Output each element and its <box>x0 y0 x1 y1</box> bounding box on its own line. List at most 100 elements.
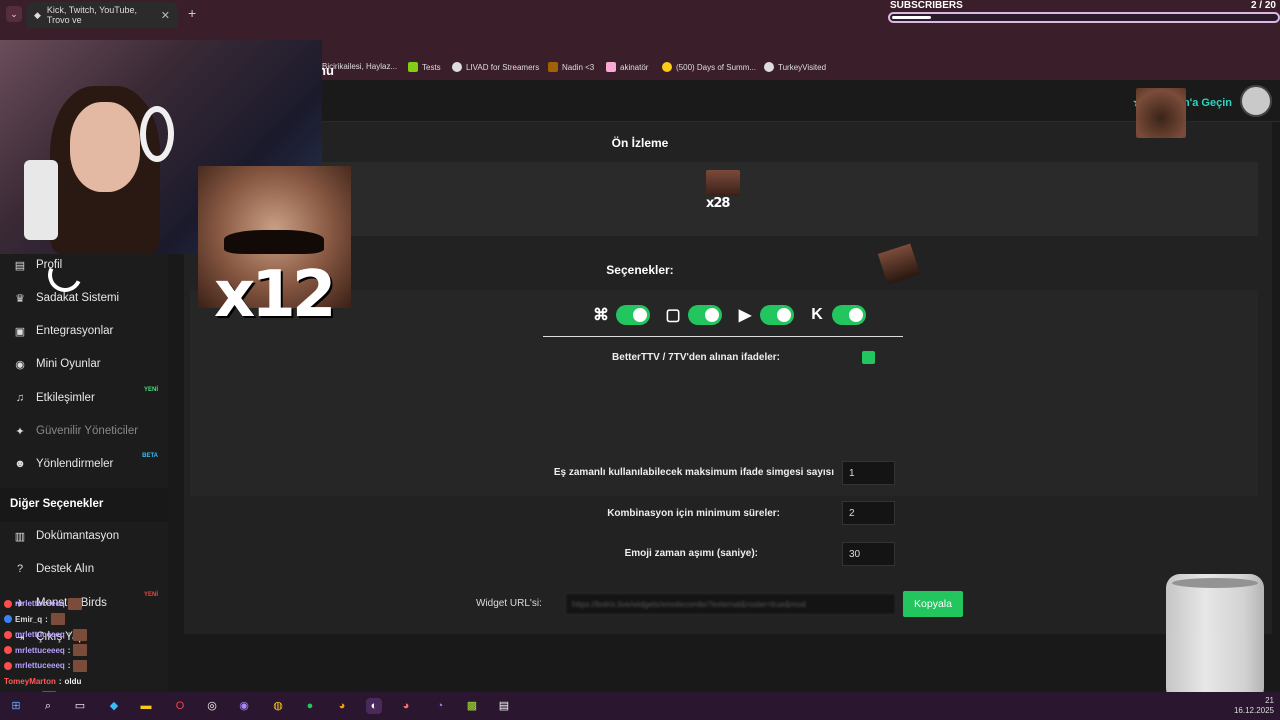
opera-icon[interactable]: O <box>172 698 188 714</box>
search-icon[interactable]: ⌕ <box>40 698 56 714</box>
setting-label: Eş zamanlı kullanılabilecek maksimum ifa… <box>553 467 834 478</box>
taskbar: ⊞ ⌕ ▭ ◆ ▬ O ◎ ◉ ◍ ● ◕ ◐ ◕ ◔ ▩ ▤ 21 16.12.… <box>0 692 1280 720</box>
shield-icon: ✦ <box>15 425 25 438</box>
avatar[interactable] <box>1240 85 1272 117</box>
divider <box>543 336 903 337</box>
bookmark-icon <box>548 62 558 72</box>
bookmark-item[interactable]: LIVAD for Streamers <box>452 62 539 72</box>
bookmark-icon <box>408 62 418 72</box>
book-icon: ▥ <box>14 530 26 543</box>
help-icon: ? <box>16 563 24 575</box>
app-icon[interactable]: ◉ <box>236 698 252 714</box>
chrome-icon[interactable]: ◕ <box>334 698 350 714</box>
copy-button[interactable]: Kopyala <box>903 591 963 617</box>
bookmark-item[interactable]: (500) Days of Summ... <box>662 62 756 72</box>
emote-image <box>1136 88 1186 138</box>
bookmark-icon <box>662 62 672 72</box>
emote-image <box>50 613 65 626</box>
users-icon: ☻ <box>14 458 26 470</box>
twitch-icon: ▢ <box>665 307 681 324</box>
emote-image <box>73 628 88 641</box>
widget-url-label: Widget URL'si: <box>476 598 542 609</box>
setting-label: Emoji zaman aşımı (saniye): <box>624 548 758 559</box>
headphones <box>140 106 174 162</box>
setting-label: BetterTTV / 7TV'den alınan ifadeler: <box>612 352 780 363</box>
chat-message: TomeyMarton: oldu <box>4 676 82 686</box>
music-icon: ♫ <box>15 392 25 404</box>
globe-icon <box>764 62 774 72</box>
sidebar-item-redirects[interactable]: ☻ Yönlendirmeler BETA <box>0 449 168 479</box>
bookmark-icon <box>452 62 462 72</box>
setting-label: Kombinasyon için minimum süreler: <box>607 508 780 519</box>
new-tab-button[interactable]: + <box>188 5 196 21</box>
chat-message: Emir_q: <box>4 612 87 628</box>
browser-tab[interactable]: ◆ Kick, Twitch, YouTube, Trovo ve ✕ <box>26 2 178 28</box>
chat-overlay: mrlettuceeeq Emir_q: mrlettuceeeq: mrlet… <box>4 596 88 705</box>
kick-icon: K <box>811 306 823 323</box>
max-emotes-input[interactable]: 1 <box>842 461 895 485</box>
obs-icon[interactable]: ◐ <box>366 698 382 714</box>
plug-icon: ▣ <box>14 325 26 338</box>
preview-combo-count: x28 <box>706 196 731 211</box>
gamepad-icon: ◉ <box>15 358 25 371</box>
bookmark-item[interactable]: Tests <box>408 62 441 72</box>
sidebar-item-mini-games[interactable]: ◉ Mini Oyunlar <box>0 349 168 379</box>
section-title: Diğer Seçenekler <box>10 498 104 510</box>
widget-url-input[interactable]: https://botrix.live/widgets/emotecombo?e… <box>565 593 896 615</box>
youtube-icon: ▶ <box>738 307 752 324</box>
platform-toggles: ⌘ ▢ ▶ K <box>590 305 866 325</box>
options-title: Seçenekler: <box>606 263 674 277</box>
spotify-icon[interactable]: ● <box>302 698 318 714</box>
toggle-7tv[interactable] <box>616 305 650 325</box>
copilot-icon[interactable]: ◆ <box>106 698 122 714</box>
sidebar-item-interactions[interactable]: ♫ Etkileşimler YENİ <box>0 383 168 413</box>
sidebar-item-integrations[interactable]: ▣ Entegrasyonlar <box>0 316 168 346</box>
chrome-icon[interactable]: ◕ <box>398 698 414 714</box>
tab-list-button[interactable]: ⌄ <box>6 6 22 22</box>
new-badge: YENİ <box>143 387 158 393</box>
bookmark-item[interactable]: Nadin <3 <box>548 62 594 72</box>
bookmark-item[interactable]: TurkeyVisited <box>764 62 826 72</box>
bttv-checkbox[interactable] <box>862 351 875 364</box>
minecraft-icon[interactable]: ▩ <box>464 698 480 714</box>
sidebar-item-support[interactable]: ? Destek Alın <box>0 554 168 584</box>
chat-message: mrlettuceeeq <box>4 596 87 612</box>
bookmark-item[interactable]: akinatör <box>606 62 648 72</box>
task-view-icon[interactable]: ▭ <box>72 698 88 714</box>
close-tab-icon[interactable]: ✕ <box>161 9 170 22</box>
app-icon[interactable]: ▤ <box>496 698 512 714</box>
chat-message: mrlettuceeeq: <box>4 643 88 659</box>
app-icon[interactable]: ◍ <box>270 698 286 714</box>
7tv-icon: ⌘ <box>593 307 609 324</box>
discord-icon[interactable]: ◔ <box>432 698 448 714</box>
subscriber-goal: SUBSCRIBERS 2 / 20 <box>888 0 1280 24</box>
progress-fill <box>892 16 931 19</box>
emote-image <box>73 659 88 672</box>
start-icon[interactable]: ⊞ <box>8 698 24 714</box>
sidebar-item-docs[interactable]: ▥ Dokümantasyon <box>0 521 168 551</box>
new-badge: YENİ <box>143 592 158 598</box>
glass-cup-overlay <box>1166 574 1264 706</box>
subscribers-count: 2 / 20 <box>1250 0 1276 11</box>
folder-icon[interactable]: ▬ <box>138 698 154 714</box>
toggle-twitch[interactable] <box>688 305 722 325</box>
sidebar-item-loyalty[interactable]: ♛ Sadakat Sistemi <box>0 283 168 313</box>
badge-icon <box>4 630 12 639</box>
emote-image <box>73 644 88 657</box>
toggle-kick[interactable] <box>832 305 866 325</box>
badge-icon <box>4 615 12 624</box>
tab-favicon: ◆ <box>34 9 41 20</box>
chat-message: mrlettuceeeq: <box>4 627 88 643</box>
bookmark-icon <box>606 62 616 72</box>
preview-emote <box>706 170 740 196</box>
toggle-youtube[interactable] <box>760 305 794 325</box>
steam-icon[interactable]: ◎ <box>204 698 220 714</box>
badge-icon <box>4 661 12 670</box>
sidebar-item-trusted-managers[interactable]: ✦ Güvenilir Yöneticiler <box>0 416 168 446</box>
tab-title: Kick, Twitch, YouTube, Trovo ve <box>46 5 137 25</box>
badge-icon <box>4 599 12 608</box>
trophy-icon: ♛ <box>15 292 25 305</box>
min-combo-input[interactable]: 2 <box>842 501 895 525</box>
emoji-timeout-input[interactable]: 30 <box>842 542 895 566</box>
beta-badge: BETA <box>142 453 158 459</box>
